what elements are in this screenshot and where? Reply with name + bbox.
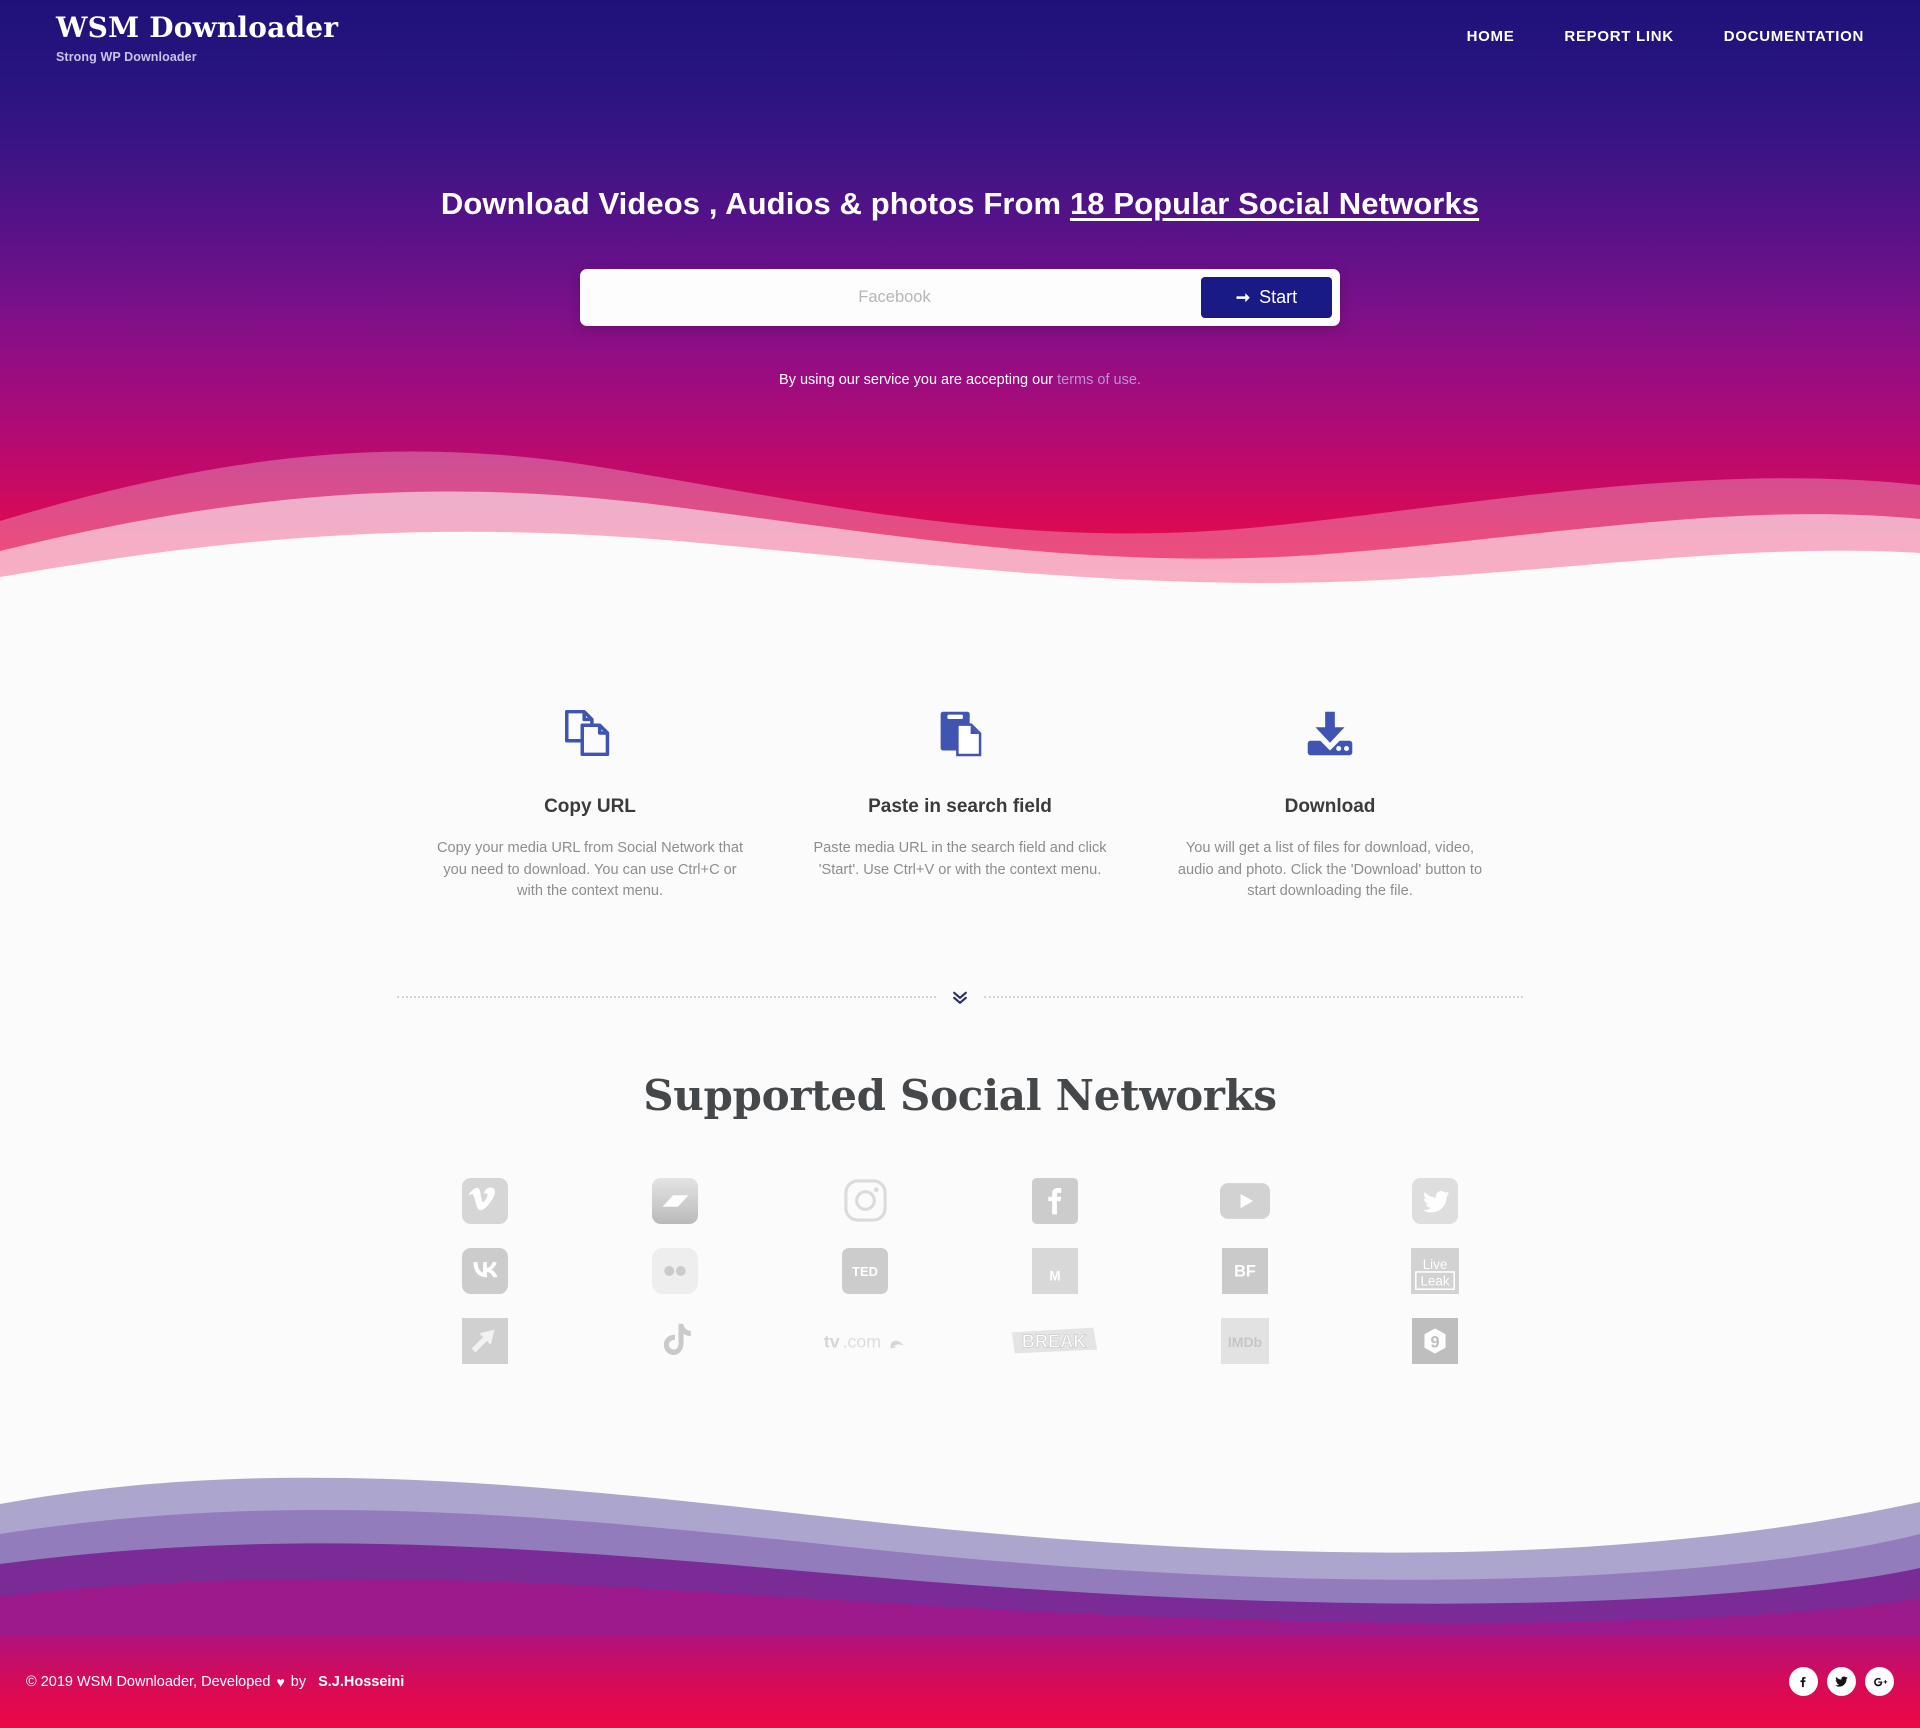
copy-documents-icon	[433, 696, 747, 770]
network-logo-imdb[interactable]: IMDb	[1150, 1306, 1340, 1376]
network-logo-liveleak[interactable]: Live Leak	[1340, 1236, 1530, 1306]
network-logo-metacafe[interactable]: M	[960, 1236, 1150, 1306]
start-button-label: Start	[1259, 286, 1298, 307]
paste-clipboard-icon	[803, 696, 1117, 770]
terms-text: By using our service you are accepting o…	[779, 371, 1058, 388]
network-logo-tiktok[interactable]	[580, 1306, 770, 1376]
brand-logo[interactable]: WSM Downloader Strong WP Downloader	[56, 14, 338, 64]
start-button[interactable]: ➞ Start	[1201, 276, 1332, 318]
feature-title: Copy URL	[544, 796, 636, 817]
bottom-wave-svg	[0, 1445, 1920, 1636]
page-footer: © 2019 WSM Downloader, Developed ♥ by S.…	[0, 1635, 1920, 1728]
network-logo-break[interactable]: BREAK	[960, 1306, 1150, 1376]
network-logo-dailymotion[interactable]	[580, 1166, 770, 1236]
nav-link-home[interactable]: HOME	[1467, 28, 1515, 45]
hero-content: Download Videos , Audios & photos From 1…	[0, 64, 1920, 388]
svg-text:BF: BF	[1234, 1263, 1256, 1281]
supported-networks-grid: TED M BF Live Leak tv .com BREAK IMDb 9	[0, 1166, 1920, 1446]
feature-copy-url: Copy URL Copy your media URL from Social…	[405, 696, 775, 903]
network-logo-flickr[interactable]	[580, 1236, 770, 1306]
page-title: Download Videos , Audios & photos From 1…	[0, 186, 1920, 222]
feature-title: Paste in search field	[868, 796, 1052, 817]
network-logo-instagram[interactable]	[770, 1166, 960, 1236]
double-chevron-down-icon[interactable]	[936, 987, 984, 1007]
footer-by-text: by	[290, 1673, 307, 1690]
feature-paste-in-search-field: Paste in search field Paste media URL in…	[775, 696, 1145, 903]
nav-links: HOME REPORT LINK DOCUMENTATION	[1467, 14, 1864, 45]
hero-section: WSM Downloader Strong WP Downloader HOME…	[0, 0, 1920, 600]
svg-text:IMDb: IMDb	[1228, 1334, 1262, 1350]
arrow-right-icon: ➞	[1235, 287, 1251, 307]
download-tray-icon	[1173, 696, 1487, 770]
feature-text: You will get a list of files for downloa…	[1177, 840, 1483, 900]
network-logo-ted[interactable]: TED	[770, 1236, 960, 1306]
network-logo-tvcom[interactable]: tv .com	[770, 1306, 960, 1376]
footer-author-link[interactable]: S.J.Hosseini	[318, 1674, 404, 1690]
nav-link-documentation[interactable]: DOCUMENTATION	[1724, 28, 1864, 45]
search-bar: ➞ Start	[580, 268, 1340, 326]
supported-networks-heading: Supported Social Networks	[643, 1070, 1277, 1120]
hero-title-highlight: 18 Popular Social Networks	[1069, 185, 1480, 221]
footer-social-links	[1789, 1667, 1894, 1697]
brand-subtitle: Strong WP Downloader	[56, 50, 197, 64]
network-logo-youtube[interactable]	[1150, 1166, 1340, 1236]
divider-line-right	[984, 995, 1523, 998]
network-logo-twitter[interactable]	[1340, 1166, 1530, 1236]
facebook-icon[interactable]	[1789, 1667, 1818, 1697]
feature-text: Copy your media URL from Social Network …	[436, 840, 744, 900]
top-navigation: WSM Downloader Strong WP Downloader HOME…	[0, 0, 1920, 64]
divider-line-left	[397, 995, 936, 998]
svg-text:Live: Live	[1423, 1257, 1448, 1272]
feature-title: Download	[1284, 796, 1376, 817]
hero-wave-decoration	[0, 451, 1920, 600]
svg-text:M: M	[1049, 1268, 1060, 1283]
network-logo-buzzfeed[interactable]: BF	[1150, 1236, 1340, 1306]
section-divider	[397, 987, 1523, 1007]
svg-text:TED: TED	[852, 1264, 878, 1279]
search-input[interactable]	[588, 276, 1201, 318]
svg-text:.com: .com	[843, 1331, 881, 1351]
svg-text:9: 9	[1430, 1333, 1439, 1351]
bottom-wave-decoration	[0, 1445, 1920, 1636]
footer-copyright-text: © 2019 WSM Downloader, Developed	[26, 1673, 271, 1690]
network-logo-vimeo[interactable]	[390, 1166, 580, 1236]
footer-copyright: © 2019 WSM Downloader, Developed ♥ by S.…	[26, 1674, 404, 1690]
feature-text: Paste media URL in the search field and …	[813, 840, 1107, 878]
network-logo-facebook[interactable]	[960, 1166, 1150, 1236]
terms-of-use-link[interactable]: terms of use.	[1057, 372, 1141, 388]
svg-text:Leak: Leak	[1420, 1273, 1449, 1288]
twitter-icon[interactable]	[1827, 1667, 1856, 1697]
heart-icon: ♥	[276, 1673, 285, 1690]
hero-title-prefix: Download Videos , Audios & photos From	[440, 185, 1070, 221]
features-row: Copy URL Copy your media URL from Social…	[360, 696, 1560, 903]
terms-notice: By using our service you are accepting o…	[0, 372, 1920, 388]
network-logo-vk[interactable]	[390, 1236, 580, 1306]
network-logo-9gag[interactable]: 9	[1340, 1306, 1530, 1376]
google-plus-icon[interactable]	[1865, 1667, 1894, 1697]
svg-text:BREAK: BREAK	[1022, 1331, 1087, 1351]
content-section: Copy URL Copy your media URL from Social…	[0, 600, 1920, 1446]
feature-download: Download You will get a list of files fo…	[1145, 696, 1515, 903]
brand-title: WSM Downloader	[56, 11, 339, 44]
svg-text:tv: tv	[824, 1331, 840, 1351]
network-logo-veoh[interactable]	[390, 1306, 580, 1376]
nav-link-report[interactable]: REPORT LINK	[1564, 28, 1673, 45]
